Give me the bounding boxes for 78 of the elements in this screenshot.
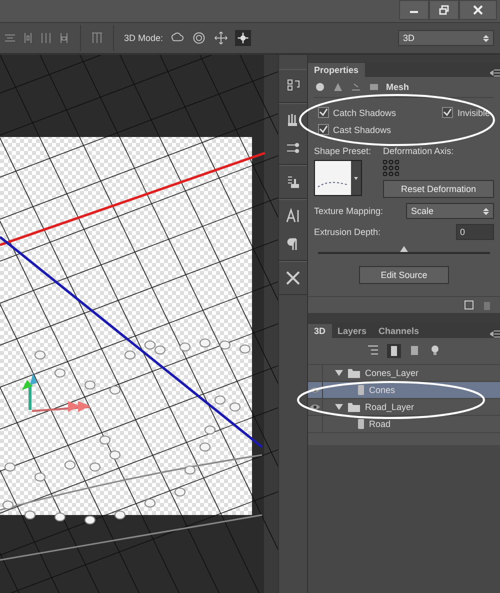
folder-icon bbox=[347, 368, 361, 378]
shape-preset-label: Shape Preset: bbox=[314, 146, 372, 156]
stamp-icon[interactable] bbox=[285, 174, 301, 190]
distribute-icon[interactable] bbox=[58, 32, 70, 44]
shape-preset-picker[interactable] bbox=[314, 160, 362, 196]
checkbox-box[interactable] bbox=[318, 107, 329, 118]
checkbox[interactable]: Invisible bbox=[442, 107, 490, 118]
section-label: Mesh bbox=[386, 82, 410, 92]
extrusion-depth-field[interactable]: 0 bbox=[456, 224, 494, 240]
tools-crossed-icon[interactable] bbox=[285, 270, 301, 286]
edit-source-button[interactable]: Edit Source bbox=[359, 266, 449, 284]
text-cursor-icon[interactable] bbox=[285, 208, 301, 224]
minimize-button[interactable] bbox=[399, 0, 429, 20]
sliders-icon[interactable] bbox=[285, 140, 301, 156]
checkbox[interactable]: Cast Shadows bbox=[318, 124, 442, 135]
slider-thumb[interactable] bbox=[400, 246, 408, 252]
layer-name: Cones bbox=[369, 385, 396, 395]
shape-thumbnail-icon bbox=[315, 161, 351, 195]
stepper-icon bbox=[483, 206, 489, 216]
eye-icon bbox=[309, 386, 321, 394]
close-button[interactable] bbox=[459, 0, 497, 20]
checkbox-box[interactable] bbox=[442, 107, 454, 118]
layer-name: Road bbox=[369, 419, 391, 429]
visibility-toggle[interactable] bbox=[308, 399, 323, 415]
layer-name: Cones_Layer bbox=[365, 368, 419, 378]
scene-icon[interactable] bbox=[314, 81, 326, 93]
3d-mode-button[interactable] bbox=[213, 30, 230, 46]
panel-tab[interactable]: Channels bbox=[372, 324, 426, 338]
close-icon bbox=[473, 5, 483, 15]
extrusion-depth-label: Extrusion Depth: bbox=[314, 227, 381, 237]
light-bulb-icon[interactable] bbox=[429, 344, 441, 356]
workspace-dropdown[interactable]: 3D bbox=[398, 30, 494, 46]
mesh-icon bbox=[357, 419, 365, 429]
render-icon[interactable] bbox=[464, 300, 474, 310]
axis-grid-icon[interactable] bbox=[383, 160, 400, 176]
reset-deformation-button[interactable]: Reset Deformation bbox=[383, 180, 494, 198]
checkbox-box[interactable] bbox=[318, 124, 329, 135]
extrusion-slider-track[interactable] bbox=[318, 246, 490, 255]
checkbox-label: Cast Shadows bbox=[333, 124, 392, 134]
caret-icon bbox=[351, 161, 361, 195]
expanded-triangle-icon[interactable] bbox=[335, 403, 343, 411]
move-arrows-icon bbox=[214, 31, 228, 45]
visibility-toggle[interactable] bbox=[308, 382, 323, 398]
auto-align-icon[interactable] bbox=[91, 32, 103, 44]
3d-viewport-drawing[interactable] bbox=[0, 55, 278, 593]
cross-arrows-icon bbox=[236, 31, 250, 45]
panel-menu-icon[interactable] bbox=[490, 330, 500, 338]
mesh-icon[interactable] bbox=[387, 344, 401, 358]
tree-row[interactable]: Road bbox=[308, 416, 500, 433]
eye-icon bbox=[309, 403, 321, 411]
folder-icon bbox=[347, 402, 361, 412]
texture-mapping-label: Texture Mapping: bbox=[314, 206, 384, 216]
panel-tab[interactable]: 3D bbox=[308, 324, 332, 338]
restore-icon bbox=[439, 5, 449, 15]
checkbox-label: Invisible bbox=[457, 108, 490, 118]
tree-row[interactable]: Road_Layer bbox=[308, 399, 500, 416]
panel-tab[interactable]: Layers bbox=[332, 324, 373, 338]
orbit-icon bbox=[192, 31, 206, 45]
stepper-icon bbox=[483, 34, 489, 42]
properties-tab[interactable]: Properties bbox=[308, 63, 365, 77]
distribute-icon[interactable] bbox=[40, 32, 52, 44]
3d-mode-button[interactable] bbox=[191, 30, 208, 46]
align-icon[interactable] bbox=[4, 32, 16, 44]
list-icon[interactable] bbox=[367, 344, 379, 356]
3d-mode-button[interactable] bbox=[235, 30, 252, 46]
restore-button[interactable] bbox=[429, 0, 459, 20]
tree-row[interactable]: Cones bbox=[308, 382, 500, 399]
texture-mapping-dropdown[interactable]: Scale bbox=[406, 203, 494, 219]
panel-menu-icon[interactable] bbox=[490, 69, 500, 77]
checkbox-label: Catch Shadows bbox=[333, 108, 396, 118]
checkbox[interactable]: Catch Shadows bbox=[318, 107, 442, 118]
deformation-axis-label: Deformation Axis: bbox=[383, 146, 455, 156]
check-icon bbox=[443, 108, 452, 117]
layer-name: Road_Layer bbox=[365, 402, 414, 412]
3d-mode-label: 3D Mode: bbox=[124, 33, 164, 43]
mesh-icon bbox=[357, 385, 365, 395]
expanded-triangle-icon[interactable] bbox=[335, 369, 343, 377]
distribute-icon[interactable] bbox=[22, 32, 34, 44]
